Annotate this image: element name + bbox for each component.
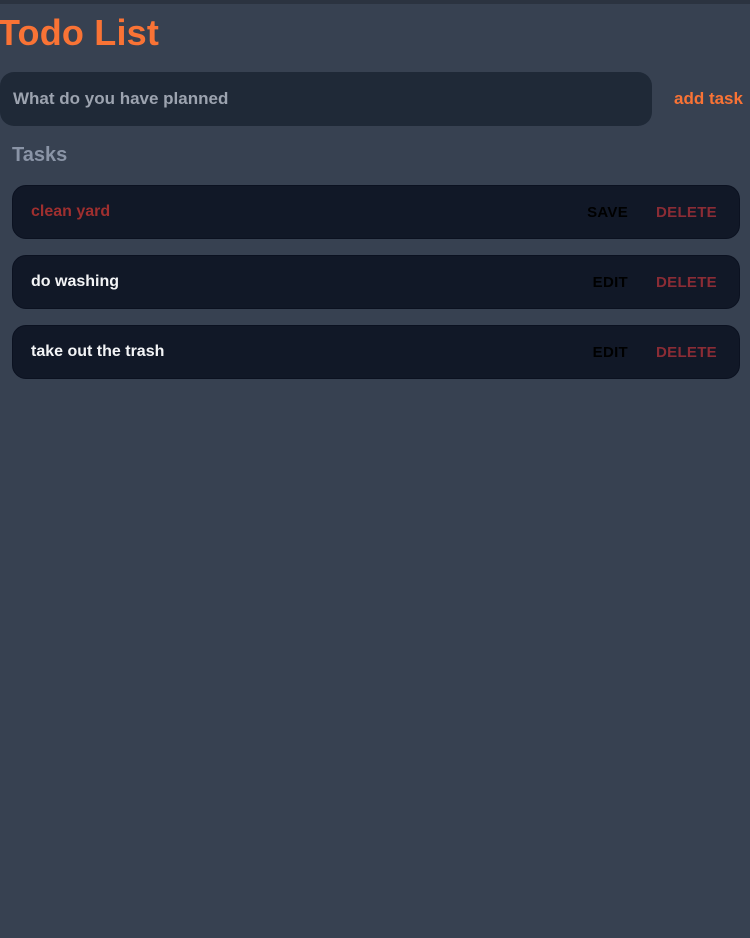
delete-button[interactable]: DELETE — [656, 344, 717, 361]
task-list: SAVE DELETE do washing EDIT DELETE take … — [12, 185, 740, 395]
task-item: SAVE DELETE — [12, 185, 740, 239]
task-item: take out the trash EDIT DELETE — [12, 325, 740, 379]
page-title: Todo List — [0, 12, 160, 53]
task-actions: EDIT DELETE — [593, 326, 717, 378]
task-text: take out the trash — [31, 343, 165, 360]
delete-button[interactable]: DELETE — [656, 204, 717, 221]
new-task-input[interactable] — [0, 72, 652, 126]
edit-button[interactable]: EDIT — [593, 274, 628, 291]
delete-button[interactable]: DELETE — [656, 274, 717, 291]
edit-button[interactable]: EDIT — [593, 344, 628, 361]
task-actions: SAVE DELETE — [587, 186, 717, 238]
new-task-form: add task — [0, 72, 750, 126]
task-text: do washing — [31, 273, 119, 290]
save-button[interactable]: SAVE — [587, 204, 628, 221]
task-actions: EDIT DELETE — [593, 256, 717, 308]
task-item: do washing EDIT DELETE — [12, 255, 740, 309]
task-text-input[interactable] — [31, 186, 551, 238]
add-task-button[interactable]: add task — [674, 72, 743, 126]
tasks-heading: Tasks — [12, 144, 68, 166]
